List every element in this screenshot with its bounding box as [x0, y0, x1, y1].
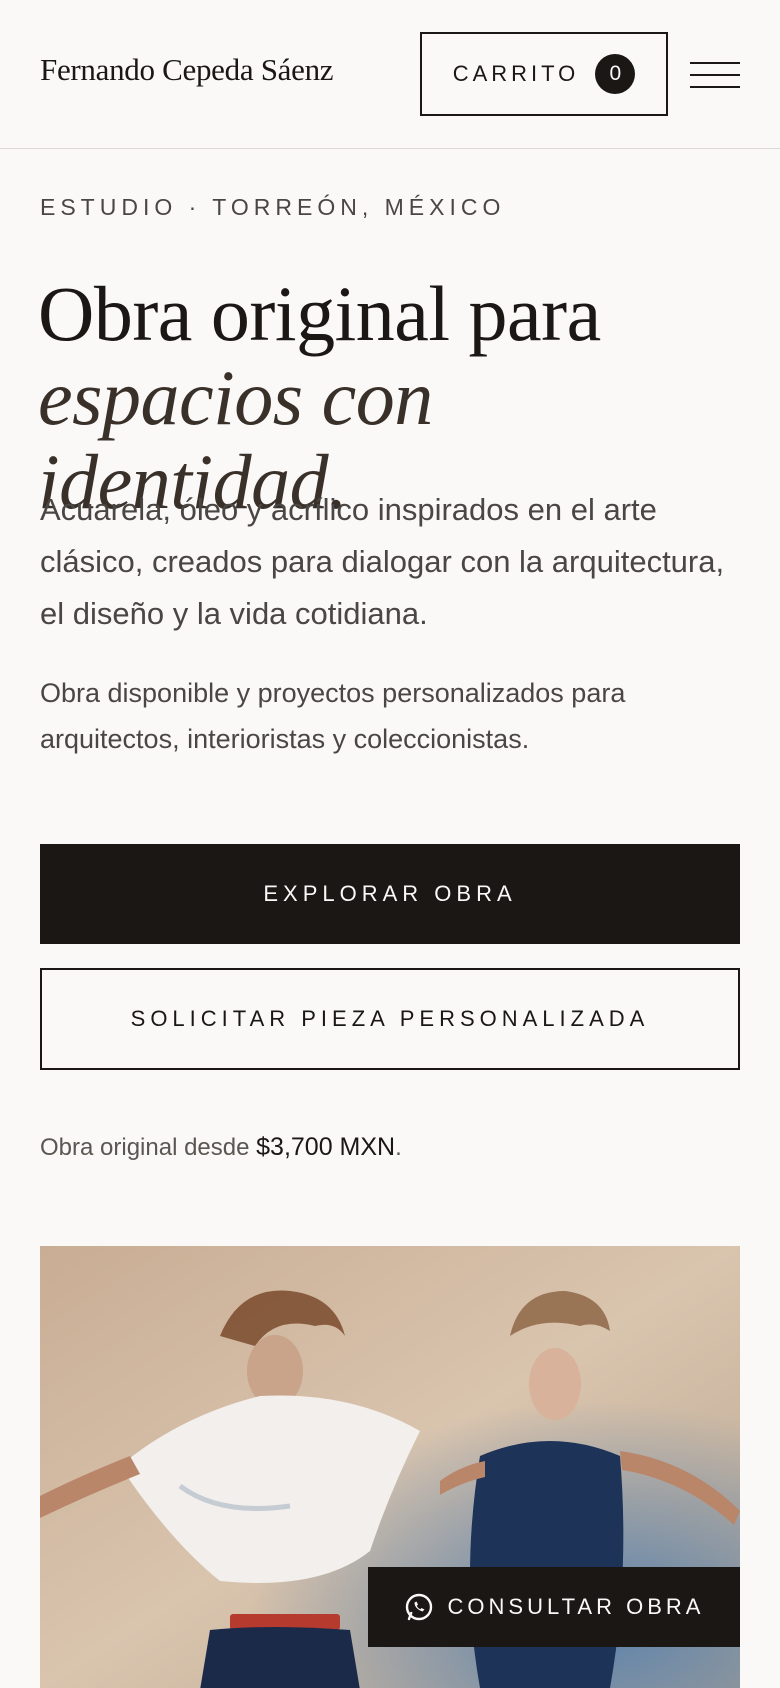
- hero-lead: Acuarela, óleo y acrílico inspirados en …: [40, 492, 725, 631]
- price-value: $3,700 MXN: [256, 1133, 396, 1161]
- price-prefix: Obra original desde: [40, 1134, 250, 1161]
- menu-line: [690, 86, 740, 88]
- cart-count-badge: 0: [595, 54, 636, 94]
- hero-subtext: Obra disponible y proyectos personalizad…: [40, 678, 626, 754]
- whatsapp-label: CONSULTAR OBRA: [447, 1594, 705, 1619]
- request-custom-piece-button[interactable]: SOLICITAR PIEZA PERSONALIZADA: [40, 968, 740, 1070]
- explore-work-button[interactable]: EXPLORAR OBRA: [40, 844, 740, 944]
- menu-line: [690, 62, 740, 64]
- site-header: Fernando Cepeda Sáenz CARRITO 0: [0, 0, 780, 149]
- studio-location-eyebrow: ESTUDIO · TORREÓN, MÉXICO: [40, 194, 506, 220]
- cart-label: CARRITO: [452, 61, 580, 86]
- price-suffix: .: [395, 1134, 402, 1161]
- brand-logo[interactable]: Fernando Cepeda Sáenz: [40, 52, 334, 88]
- cart-button[interactable]: CARRITO 0: [420, 32, 668, 116]
- consult-artwork-whatsapp-button[interactable]: CONSULTAR OBRA: [368, 1567, 740, 1647]
- whatsapp-icon: [405, 1593, 432, 1621]
- headline-line-1: Obra original para: [38, 270, 601, 357]
- menu-line: [690, 74, 740, 76]
- price-note: Obra original desde $3,700 MXN.: [40, 1133, 402, 1162]
- hamburger-menu-icon[interactable]: [690, 58, 742, 92]
